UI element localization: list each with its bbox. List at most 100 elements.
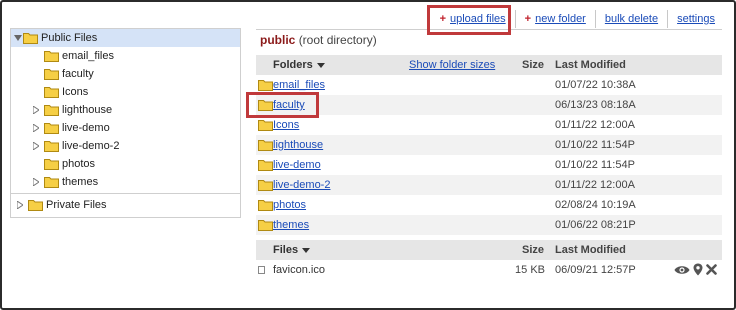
folder-tree: Public Files email_files faculty Icons l… [10, 28, 241, 218]
folder-icon [258, 180, 273, 191]
sort-caret-icon [302, 247, 311, 253]
folder-modified: 06/13/23 08:18A [555, 99, 636, 111]
folder-name-link[interactable]: lighthouse [273, 139, 323, 151]
tree-item-label: live-demo [62, 122, 110, 134]
folder-row[interactable]: faculty 06/13/23 08:18A [256, 95, 722, 115]
tree-item-live-demo-2[interactable]: live-demo-2 [11, 137, 240, 155]
bulk-delete-link[interactable]: bulk delete [605, 13, 658, 25]
file-modified: 06/09/21 12:57P [555, 264, 636, 276]
folder-icon [23, 33, 38, 44]
collapsed-arrow-icon[interactable] [15, 196, 25, 214]
file-row[interactable]: favicon.ico 15 KB 06/09/21 12:57P [256, 260, 722, 280]
folder-modified: 02/08/24 10:19A [555, 199, 636, 211]
folder-modified: 01/07/22 10:38A [555, 79, 636, 91]
size-column-header: Size [522, 59, 545, 71]
tree-item-label: faculty [62, 68, 94, 80]
modified-column-header: Last Modified [555, 59, 626, 71]
plus-icon: + [524, 13, 532, 25]
folders-sort-button[interactable]: Folders [273, 59, 325, 71]
tree-item-label: live-demo-2 [62, 140, 120, 152]
folders-header-label: Folders [273, 59, 313, 71]
file-icon [258, 266, 265, 274]
tree-item-live-demo[interactable]: live-demo [11, 119, 240, 137]
folder-icon [258, 220, 273, 231]
bulk-delete-button[interactable]: bulk delete [594, 10, 667, 28]
settings-button[interactable]: settings [667, 10, 724, 28]
tree-item-label: Private Files [46, 199, 107, 211]
tree-item-label: themes [62, 176, 99, 188]
faculty-folder-highlight [246, 92, 319, 118]
folder-row[interactable]: themes 01/06/22 08:21P [256, 215, 722, 235]
collapsed-arrow-icon[interactable] [31, 119, 41, 137]
folder-icon [44, 69, 59, 80]
folder-icon [44, 123, 59, 134]
tree-item-lighthouse[interactable]: lighthouse [11, 101, 240, 119]
tree-item-public-files[interactable]: Public Files [11, 29, 240, 47]
file-size: 15 KB [515, 264, 545, 276]
folder-name-link[interactable]: photos [273, 199, 306, 211]
current-folder-note: (root directory) [298, 33, 377, 47]
current-path: public (root directory) [260, 33, 377, 47]
settings-link[interactable]: settings [677, 13, 715, 25]
folder-icon [258, 160, 273, 171]
folder-icon [44, 105, 59, 116]
tree-item-email-files[interactable]: email_files [11, 47, 240, 65]
folder-icon [258, 200, 273, 211]
sort-caret-icon [316, 62, 325, 68]
folder-icon [258, 80, 273, 91]
delete-x-icon[interactable] [706, 264, 717, 278]
tree-item-label: Icons [62, 86, 89, 98]
new-folder-button[interactable]: + new folder [514, 10, 595, 28]
folder-modified: 01/06/22 08:21P [555, 219, 636, 231]
folder-row[interactable]: lighthouse 01/10/22 11:54P [256, 135, 722, 155]
new-folder-link[interactable]: new folder [535, 13, 586, 25]
tree-divider [11, 193, 240, 194]
file-actions [674, 263, 717, 279]
folder-icon [258, 120, 273, 131]
folder-name-link[interactable]: themes [273, 219, 309, 231]
tree-item-private-files[interactable]: Private Files [11, 196, 240, 214]
folder-row[interactable]: email_files 01/07/22 10:38A [256, 75, 722, 95]
folder-name-link[interactable]: live-demo [273, 159, 321, 171]
folder-icon [28, 200, 43, 211]
tree-item-themes[interactable]: themes [11, 173, 240, 191]
tree-item-faculty[interactable]: faculty [11, 65, 240, 83]
folder-icon [44, 87, 59, 98]
folder-name-link[interactable]: Icons [273, 119, 299, 131]
expanded-arrow-icon[interactable] [13, 29, 23, 47]
tree-item-label: Public Files [41, 32, 98, 44]
files-sort-button[interactable]: Files [273, 244, 311, 256]
files-header-label: Files [273, 244, 299, 256]
folder-row[interactable]: Icons 01/11/22 12:00A [256, 115, 722, 135]
modified-column-header: Last Modified [555, 244, 626, 256]
folder-name-link[interactable]: live-demo-2 [273, 179, 330, 191]
collapsed-arrow-icon[interactable] [31, 101, 41, 119]
folder-row[interactable]: live-demo-2 01/11/22 12:00A [256, 175, 722, 195]
current-folder-name: public [260, 33, 296, 47]
folder-modified: 01/11/22 12:00A [555, 179, 635, 191]
tree-item-photos[interactable]: photos [11, 155, 240, 173]
collapsed-arrow-icon[interactable] [31, 137, 41, 155]
folder-icon [44, 51, 59, 62]
tree-item-label: lighthouse [62, 104, 113, 116]
folder-icon [44, 159, 59, 170]
tree-item-icons[interactable]: Icons [11, 83, 240, 101]
folder-row[interactable]: live-demo 01/10/22 11:54P [256, 155, 722, 175]
folders-header: Folders Show folder sizes Size Last Modi… [256, 55, 722, 75]
folder-modified: 01/11/22 12:00A [555, 119, 635, 131]
folder-name-link[interactable]: email_files [273, 79, 325, 91]
upload-files-highlight [427, 5, 511, 35]
file-name[interactable]: favicon.ico [273, 264, 325, 276]
collapsed-arrow-icon[interactable] [31, 173, 41, 191]
map-pin-icon[interactable] [693, 263, 703, 279]
tree-item-label: email_files [62, 50, 114, 62]
folder-modified: 01/10/22 11:54P [555, 159, 635, 171]
folder-modified: 01/10/22 11:54P [555, 139, 635, 151]
eye-icon[interactable] [674, 264, 690, 279]
files-header: Files Size Last Modified [256, 240, 722, 260]
folder-icon [44, 141, 59, 152]
tree-item-label: photos [62, 158, 96, 170]
folder-icon [44, 177, 59, 188]
show-folder-sizes-link[interactable]: Show folder sizes [409, 59, 495, 71]
folder-row[interactable]: photos 02/08/24 10:19A [256, 195, 722, 215]
